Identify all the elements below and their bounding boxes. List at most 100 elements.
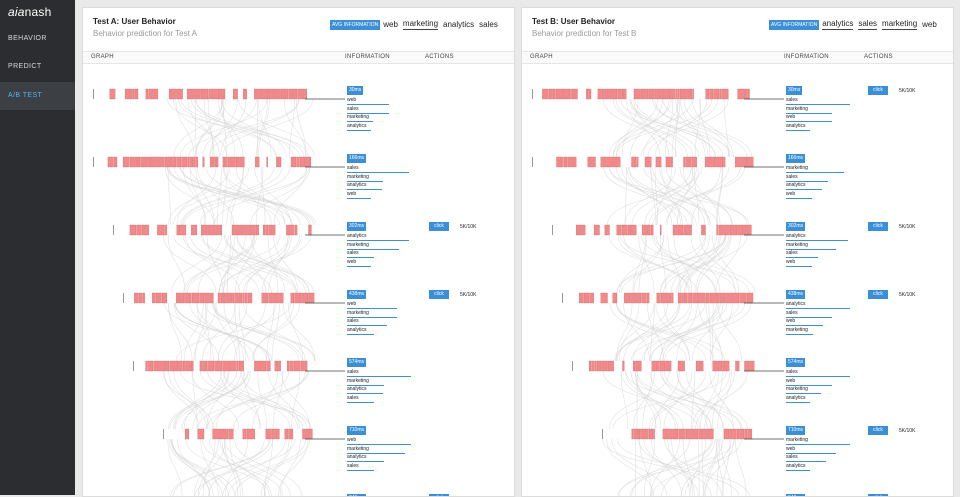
avg-tab-analytics[interactable]: analytics	[443, 20, 474, 30]
event-bar	[686, 429, 687, 439]
flow-curve	[197, 303, 213, 361]
click-button[interactable]: click	[868, 86, 888, 95]
event-bar	[724, 225, 730, 235]
click-button[interactable]: click	[868, 222, 888, 231]
event-bar	[706, 293, 709, 303]
event-bar	[639, 429, 640, 439]
event-bar	[678, 293, 681, 303]
click-button[interactable]: click	[429, 290, 449, 299]
avg-tab-sales[interactable]: sales	[479, 20, 498, 30]
event-bar	[219, 429, 226, 439]
event-bar	[722, 361, 729, 371]
event-bar	[267, 89, 273, 99]
event-bar	[694, 429, 698, 439]
info-label: web	[786, 378, 795, 385]
event-bar	[660, 225, 661, 235]
flow-curve	[172, 439, 209, 497]
event-bar	[226, 429, 228, 439]
event-tick	[113, 225, 114, 235]
click-button[interactable]: click	[429, 222, 449, 231]
info-label: sales	[786, 454, 798, 461]
info-bar	[786, 402, 810, 403]
table-header: GRAPH INFORMATION ACTIONS	[522, 51, 954, 64]
flow-curve	[176, 99, 194, 157]
event-bar	[665, 361, 671, 371]
avg-tab-web[interactable]: web	[383, 20, 398, 30]
avg-tab-sales[interactable]: sales	[858, 19, 877, 30]
event-bar	[641, 429, 645, 439]
avg-tab-marketing[interactable]: marketing	[403, 19, 438, 30]
event-bar	[745, 361, 750, 371]
event-bar	[309, 429, 313, 439]
event-bar	[254, 361, 259, 371]
event-bar	[216, 157, 218, 167]
info-label: analytics	[347, 454, 366, 461]
header-graph: GRAPH	[530, 54, 553, 60]
event-bar	[165, 225, 167, 235]
avg-tab-marketing[interactable]: marketing	[882, 19, 917, 30]
event-bar	[745, 89, 748, 99]
avg-tab-web[interactable]: web	[922, 20, 937, 30]
time-badge: 438ms	[347, 290, 366, 299]
flow-curve	[193, 371, 241, 429]
flow-curve	[269, 235, 288, 293]
event-bar	[198, 429, 204, 439]
info-label: sales	[786, 250, 798, 257]
event-bar	[670, 89, 676, 99]
event-bar	[556, 89, 563, 99]
event-bar	[706, 89, 709, 99]
avg-tab-analytics[interactable]: analytics	[822, 19, 853, 30]
event-bar	[737, 429, 739, 439]
info-label: web	[786, 191, 795, 198]
event-bar	[228, 157, 229, 167]
event-bar	[737, 225, 742, 235]
app-logo[interactable]: aianash	[8, 5, 51, 19]
event-bar	[290, 361, 294, 371]
event-bar	[748, 429, 752, 439]
flow-curve	[181, 167, 316, 225]
click-button[interactable]: click	[868, 290, 888, 299]
event-bar	[617, 225, 622, 235]
event-tick	[123, 293, 124, 303]
event-bar	[648, 225, 651, 235]
event-bar	[201, 225, 207, 235]
info-label: analytics	[786, 301, 805, 308]
info-label: sales	[347, 165, 359, 172]
event-bar	[266, 225, 268, 235]
flow-curve	[625, 167, 627, 225]
nav-item-behavior[interactable]: BEHAVIOR	[0, 25, 75, 53]
flow-curve	[604, 167, 688, 225]
ratio-text: 5K/10K	[460, 224, 476, 230]
time-badge: 30ms	[347, 86, 363, 95]
panel-title: Test B: User Behavior	[532, 17, 615, 26]
info-label: sales	[347, 318, 359, 325]
event-bar	[595, 361, 596, 371]
flow-curve	[184, 371, 225, 429]
ratio-text: 5K/10K	[899, 292, 915, 298]
flow-curve	[174, 303, 219, 361]
event-bar	[730, 225, 737, 235]
event-bar	[142, 225, 149, 235]
event-bar	[148, 157, 150, 167]
flow-curve	[683, 167, 708, 225]
nav-item-predict[interactable]: PREDICT	[0, 53, 75, 81]
event-bar	[631, 225, 637, 235]
event-bar	[710, 293, 715, 303]
event-bar	[143, 293, 145, 303]
event-bar	[613, 293, 617, 303]
event-bar	[285, 429, 288, 439]
nav-item-ab-test[interactable]: A/B TEST	[0, 82, 75, 110]
event-bar	[286, 225, 289, 235]
event-bar	[729, 429, 731, 439]
event-bar	[185, 429, 189, 439]
event-bar	[710, 89, 713, 99]
flow-curve	[612, 439, 667, 497]
click-button[interactable]: click	[868, 426, 888, 435]
event-bar	[647, 293, 649, 303]
event-bar	[680, 89, 686, 99]
info-bar	[786, 266, 812, 267]
event-bar	[632, 157, 637, 167]
panel-test-a: Test A: User Behavior Behavior predictio…	[82, 7, 515, 497]
event-bar	[208, 361, 215, 371]
event-bar	[597, 361, 601, 371]
